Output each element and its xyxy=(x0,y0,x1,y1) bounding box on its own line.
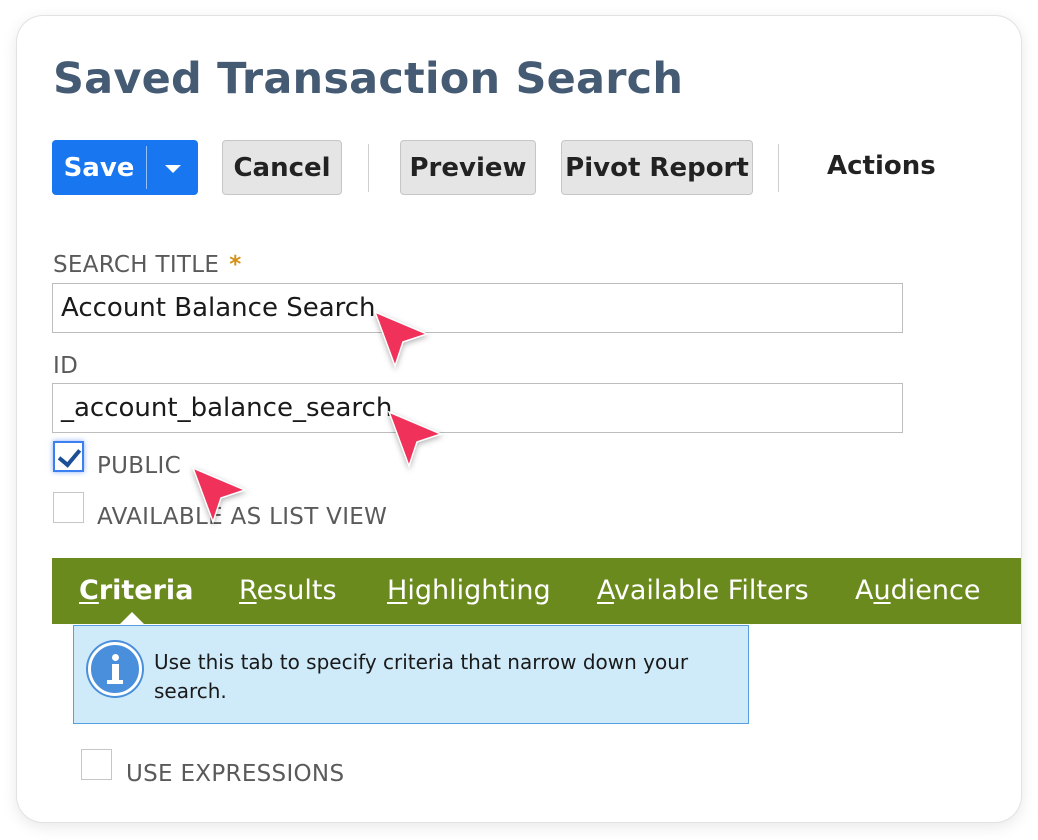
tab-results-label: esults xyxy=(256,575,337,606)
cancel-button[interactable]: Cancel xyxy=(222,140,342,195)
chevron-down-icon xyxy=(164,164,181,173)
save-split-button[interactable]: Save xyxy=(52,140,198,195)
id-input[interactable]: _account_balance_search xyxy=(52,383,903,433)
page-title: Saved Transaction Search xyxy=(53,54,684,104)
public-label: PUBLIC xyxy=(97,453,181,479)
tab-criteria[interactable]: Criteria xyxy=(79,575,193,606)
tab-results-accesskey: R xyxy=(239,575,257,606)
tab-highlighting-accesskey: H xyxy=(387,575,408,606)
info-message-text: Use this tab to specify criteria that na… xyxy=(154,650,689,703)
search-title-label-text: SEARCH TITLE xyxy=(53,252,220,278)
tab-results[interactable]: Results xyxy=(239,575,337,606)
tab-available-filters[interactable]: Available Filters xyxy=(597,575,809,606)
info-message: Use this tab to specify criteria that na… xyxy=(73,625,749,724)
use-expressions-checkbox[interactable] xyxy=(81,749,112,780)
info-icon xyxy=(88,642,142,696)
id-label: ID xyxy=(53,353,79,379)
search-title-label: SEARCH TITLE * xyxy=(53,252,242,278)
saved-search-card: Saved Transaction Search Save Cancel Pre… xyxy=(17,16,1021,822)
tab-highlighting-label: ighlighting xyxy=(407,575,551,606)
save-button[interactable]: Save xyxy=(52,140,146,195)
use-expressions-label: USE EXPRESSIONS xyxy=(126,761,345,787)
tab-criteria-accesskey: C xyxy=(79,575,99,606)
available-as-list-view-checkbox[interactable] xyxy=(53,492,84,523)
toolbar-divider xyxy=(368,144,369,192)
save-dropdown-button[interactable] xyxy=(147,140,198,195)
pointer-cursor-icon xyxy=(373,310,430,369)
subtab-bar: Criteria Results Highlighting Available … xyxy=(52,558,1021,624)
actions-menu[interactable]: Actions xyxy=(827,151,936,181)
pointer-cursor-icon xyxy=(387,410,444,469)
preview-button[interactable]: Preview xyxy=(400,140,536,195)
toolbar-divider xyxy=(778,144,779,192)
search-title-input[interactable]: Account Balance Search xyxy=(52,283,903,333)
tab-available-filters-label: vailable Filters xyxy=(613,575,809,606)
tab-available-filters-accesskey: A xyxy=(597,575,614,606)
public-checkbox[interactable] xyxy=(53,441,84,472)
tab-audience-prefix: A xyxy=(855,575,874,606)
tab-criteria-label: riteria xyxy=(98,575,194,606)
tab-audience-label: dience xyxy=(890,575,981,606)
pointer-cursor-icon xyxy=(191,466,248,525)
tab-audience[interactable]: Audience xyxy=(855,575,980,606)
active-tab-indicator xyxy=(119,612,145,625)
tab-highlighting[interactable]: Highlighting xyxy=(387,575,551,606)
tab-audience-accesskey: u xyxy=(873,575,891,606)
pivot-report-button[interactable]: Pivot Report xyxy=(561,140,753,195)
checkmark-icon xyxy=(57,443,82,468)
required-marker: * xyxy=(229,252,242,278)
